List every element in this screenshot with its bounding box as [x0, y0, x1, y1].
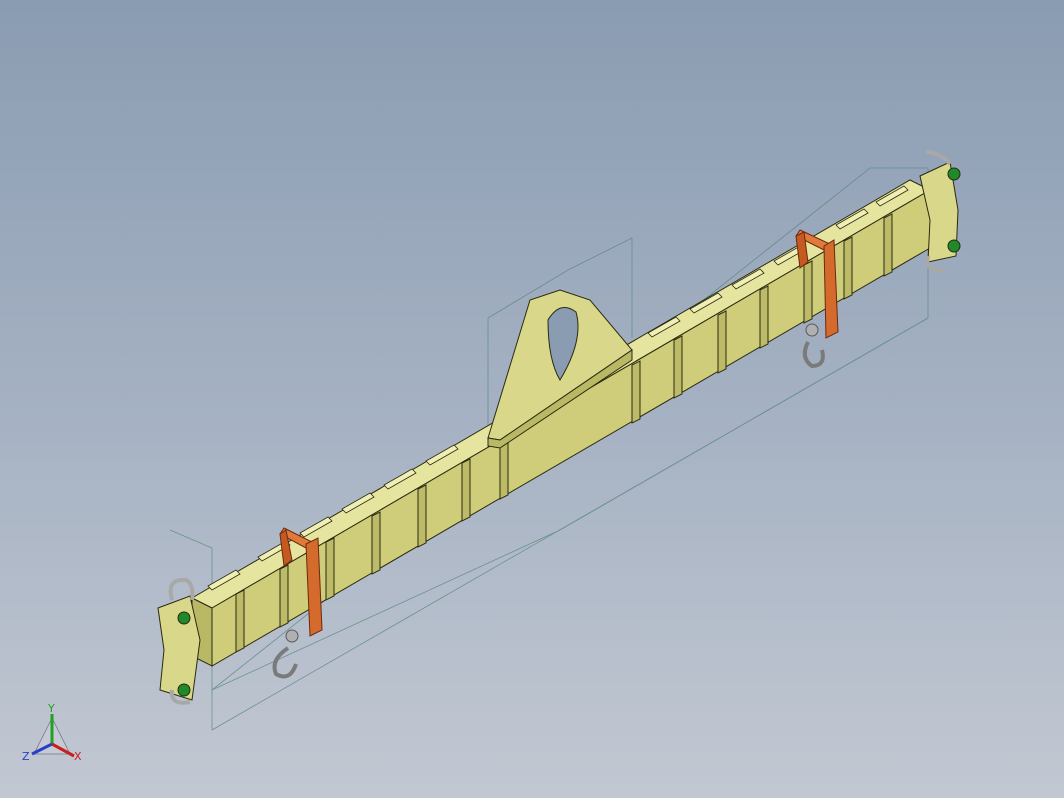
left-end-plate	[157, 577, 201, 705]
main-beam	[190, 179, 932, 667]
y-axis-label: Y	[47, 702, 55, 715]
z-axis-label: Z	[22, 750, 30, 763]
orientation-triad[interactable]: Y X Z	[18, 702, 88, 772]
left-hook	[272, 629, 299, 679]
cad-viewport[interactable]: Y X Z	[0, 0, 1064, 798]
x-axis-label: X	[74, 750, 82, 763]
lifting-beam-model[interactable]	[0, 0, 1064, 798]
right-hook	[802, 323, 825, 369]
